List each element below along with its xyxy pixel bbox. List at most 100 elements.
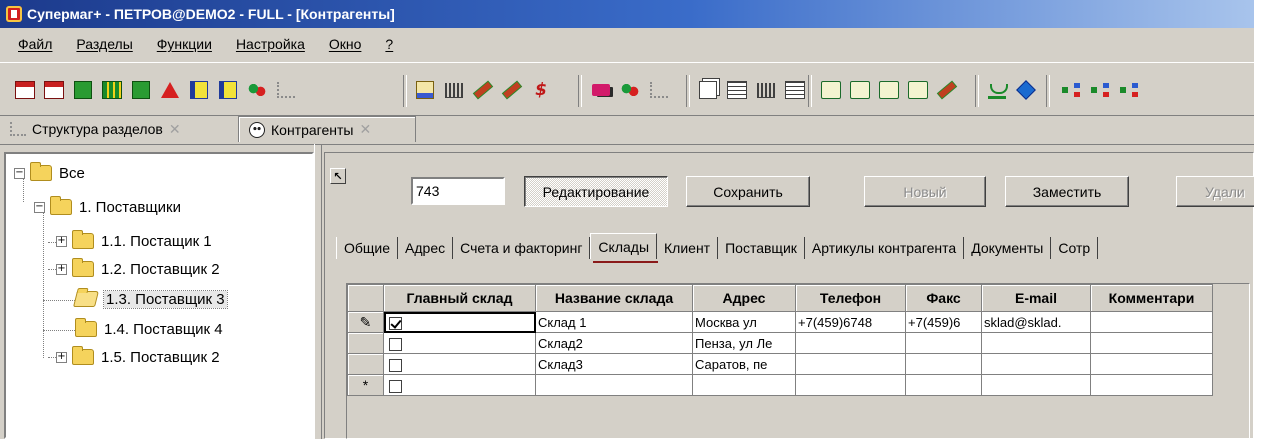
column-header-phone[interactable]: Телефон xyxy=(795,284,906,312)
cell-name[interactable]: Склад3 xyxy=(535,353,693,375)
toolbar-pen-icon[interactable] xyxy=(501,79,523,101)
toolbar-people-icon[interactable] xyxy=(246,79,268,101)
toolbar-chat-icon[interactable] xyxy=(878,79,900,101)
toolbar-pen-icon[interactable] xyxy=(936,79,958,101)
collapse-icon[interactable]: − xyxy=(14,167,25,179)
main-warehouse-checkbox-cell[interactable] xyxy=(383,374,536,396)
toolbar-flag-icon[interactable] xyxy=(217,79,239,101)
column-header-comment[interactable]: Комментари xyxy=(1090,284,1213,312)
cell-address[interactable] xyxy=(692,374,796,396)
subtab-accounts[interactable]: Счета и факторинг xyxy=(453,237,591,259)
tree-node-supplier-5[interactable]: + 1.5. Поставщик 2 xyxy=(56,346,220,368)
main-warehouse-checkbox-cell[interactable] xyxy=(383,353,536,375)
collapse-icon[interactable]: − xyxy=(34,201,45,213)
cell-name[interactable]: Склад 1 xyxy=(535,311,693,333)
subtab-address[interactable]: Адрес xyxy=(398,237,454,259)
column-header-name[interactable]: Название склада xyxy=(535,284,693,312)
cell-fax[interactable] xyxy=(905,353,982,375)
main-warehouse-checkbox-cell[interactable] xyxy=(383,332,536,354)
tab-counterparties[interactable]: Контрагенты ✕ xyxy=(238,116,416,142)
menu-settings[interactable]: Настройка xyxy=(225,36,318,52)
toolbar-tree-icon[interactable] xyxy=(648,79,670,101)
cell-address[interactable]: Москва ул xyxy=(692,311,796,333)
edit-button[interactable]: Редактирование xyxy=(524,176,668,207)
replace-button[interactable]: Заместить xyxy=(1005,176,1129,207)
arrow-up-left-icon[interactable]: ↖ xyxy=(330,168,346,184)
toolbar-document-icon[interactable] xyxy=(43,79,65,101)
toolbar-window-icon[interactable] xyxy=(697,79,719,101)
cell-email[interactable]: sklad@sklad. xyxy=(981,311,1091,333)
subtab-client[interactable]: Клиент xyxy=(657,237,719,259)
cell-address[interactable]: Саратов, пе xyxy=(692,353,796,375)
tree-node-supplier-4[interactable]: 1.4. Поставщик 4 xyxy=(75,318,223,340)
cell-fax[interactable] xyxy=(905,374,982,396)
expand-icon[interactable]: + xyxy=(56,235,67,247)
cell-comment[interactable] xyxy=(1090,311,1213,333)
tab-structure[interactable]: Структура разделов ✕ xyxy=(10,116,181,142)
toolbar-sheet-icon[interactable] xyxy=(414,79,436,101)
toolbar-org-icon[interactable] xyxy=(1089,79,1111,101)
toolbar-table-icon[interactable] xyxy=(726,79,748,101)
cell-email[interactable] xyxy=(981,332,1091,354)
toolbar-people-icon[interactable] xyxy=(619,79,641,101)
toolbar-chat-icon[interactable] xyxy=(820,79,842,101)
toolbar-truck-icon[interactable] xyxy=(590,79,612,101)
cell-email[interactable] xyxy=(981,353,1091,375)
close-icon[interactable]: ✕ xyxy=(359,121,371,138)
checkbox[interactable] xyxy=(389,337,402,351)
toolbar-document-icon[interactable] xyxy=(14,79,36,101)
menu-help[interactable]: ? xyxy=(374,36,406,52)
column-header-email[interactable]: E-mail xyxy=(981,284,1091,312)
cell-phone[interactable]: +7(459)6748 xyxy=(795,311,906,333)
column-header-fax[interactable]: Факс xyxy=(905,284,982,312)
toolbar-book-icon[interactable] xyxy=(72,79,94,101)
tree-node-suppliers[interactable]: − 1. Поставщики xyxy=(34,196,181,218)
checkbox[interactable] xyxy=(389,358,402,372)
toolbar-triangle-icon[interactable] xyxy=(159,79,181,101)
menu-sections[interactable]: Разделы xyxy=(65,36,145,52)
tree-node-supplier-3[interactable]: 1.3. Поставщик 3 xyxy=(73,288,228,310)
toolbar-scale-icon[interactable] xyxy=(986,79,1008,101)
new-button[interactable]: Новый xyxy=(864,176,986,207)
subtab-documents[interactable]: Документы xyxy=(964,237,1052,259)
expand-icon[interactable]: + xyxy=(56,263,67,275)
subtab-general[interactable]: Общие xyxy=(336,237,399,259)
cell-address[interactable]: Пенза, ул Ле xyxy=(692,332,796,354)
toolbar-chat-icon[interactable] xyxy=(849,79,871,101)
subtab-supplier[interactable]: Поставщик xyxy=(718,237,805,259)
subtab-employees[interactable]: Сотр xyxy=(1051,237,1099,259)
table-row[interactable]: ✎ Склад 1 Москва ул +7(459)6748 +7(459)6… xyxy=(347,311,1213,333)
panel-splitter[interactable] xyxy=(314,144,322,439)
menu-window[interactable]: Окно xyxy=(318,36,375,52)
tree-node-all[interactable]: − Все xyxy=(14,162,85,184)
record-id-field[interactable]: 743 xyxy=(411,177,505,205)
toolbar-indent-icon[interactable] xyxy=(443,79,465,101)
toolbar-tree-icon[interactable] xyxy=(275,79,297,101)
save-button[interactable]: Сохранить xyxy=(686,176,810,207)
column-header-main[interactable]: Главный склад xyxy=(383,284,536,312)
expand-icon[interactable]: + xyxy=(56,351,67,363)
tree-node-supplier-2[interactable]: + 1.2. Поставщик 2 xyxy=(56,258,220,280)
cell-phone[interactable] xyxy=(795,353,906,375)
tree-node-supplier-1[interactable]: + 1.1. Постащик 1 xyxy=(56,230,212,252)
toolbar-org-icon[interactable] xyxy=(1060,79,1082,101)
toolbar-diamond-icon[interactable] xyxy=(1015,79,1037,101)
subtab-warehouses[interactable]: Склады xyxy=(590,233,658,263)
toolbar-bars-icon[interactable] xyxy=(755,79,777,101)
cell-comment[interactable] xyxy=(1090,332,1213,354)
cell-fax[interactable]: +7(459)6 xyxy=(905,311,982,333)
menu-functions[interactable]: Функции xyxy=(146,36,225,52)
table-row[interactable]: Склад3 Саратов, пе xyxy=(347,353,1213,375)
subtab-articles[interactable]: Артикулы контрагента xyxy=(805,237,965,259)
delete-button[interactable]: Удали xyxy=(1176,176,1254,207)
toolbar-org-icon[interactable] xyxy=(1118,79,1140,101)
cell-phone[interactable] xyxy=(795,374,906,396)
checkbox-checked[interactable] xyxy=(389,316,402,330)
cell-email[interactable] xyxy=(981,374,1091,396)
cell-comment[interactable] xyxy=(1090,374,1213,396)
toolbar-flag-icon[interactable] xyxy=(188,79,210,101)
close-icon[interactable]: ✕ xyxy=(169,121,181,138)
toolbar-pen-icon[interactable] xyxy=(472,79,494,101)
cell-comment[interactable] xyxy=(1090,353,1213,375)
cell-name[interactable] xyxy=(535,374,693,396)
